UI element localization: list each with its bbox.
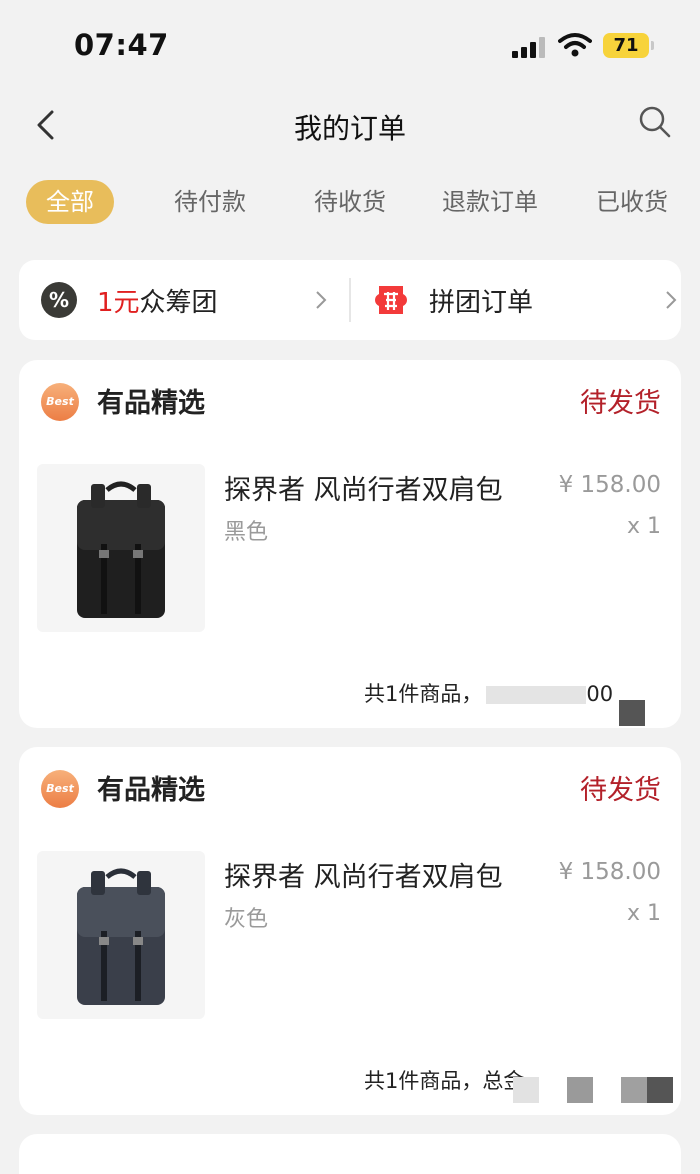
search-icon[interactable]: [638, 105, 672, 139]
product-price: ¥ 158.00: [558, 472, 661, 498]
order-card-partial[interactable]: [19, 1134, 681, 1174]
order-card[interactable]: Best 有品精选 待发货 探界者 风尚行者双肩包 灰色 ¥ 158.00 x …: [19, 747, 681, 1115]
tab-all[interactable]: 全部: [26, 180, 114, 224]
crowdfund-entry[interactable]: % 1元众筹团: [19, 260, 349, 340]
redacted-pixel: [513, 1077, 539, 1103]
tab-refund[interactable]: 退款订单: [434, 180, 546, 224]
battery-tip: [651, 41, 654, 50]
status-time: 07:47: [74, 28, 169, 62]
product-quantity: x 1: [626, 901, 661, 926]
product-name: 探界者 风尚行者双肩包: [224, 862, 503, 893]
redacted-block: [486, 686, 587, 704]
battery-indicator: 71: [603, 33, 649, 58]
page-title: 我的订单: [293, 112, 406, 145]
product-variant: 灰色: [224, 907, 269, 932]
redacted-pixel: [621, 1077, 647, 1103]
best-badge-icon: Best: [41, 770, 79, 808]
promo-card: % 1元众筹团 拼团订单: [19, 260, 681, 340]
shop-name: 有品精选: [97, 775, 205, 806]
order-status: 待发货: [580, 775, 661, 806]
group-buy-icon: [375, 286, 407, 314]
redacted-pixel: [619, 700, 645, 726]
tab-pending-payment[interactable]: 待付款: [160, 180, 260, 224]
product-name: 探界者 风尚行者双肩包: [224, 475, 503, 506]
order-summary: 共1件商品， 00: [364, 678, 613, 708]
order-summary: 共1件商品，总金: [364, 1069, 525, 1093]
product-price: ¥ 158.00: [558, 859, 661, 885]
group-buy-label: 拼团订单: [429, 288, 534, 318]
best-badge-icon: Best: [41, 383, 79, 421]
order-card[interactable]: Best 有品精选 待发货 探界者 风尚行者双肩包 黑色 ¥ 158.00 x …: [19, 360, 681, 728]
product-image[interactable]: [37, 464, 205, 632]
tab-received[interactable]: 已收货: [584, 180, 680, 224]
backpack-icon: [77, 868, 165, 1005]
crowdfund-label: 1元众筹团: [97, 282, 218, 319]
summary-text: 共1件商品，: [364, 682, 483, 706]
order-status: 待发货: [580, 388, 661, 419]
status-bar: 07:47 71: [0, 0, 700, 90]
signal-icon: [512, 36, 546, 58]
tab-pending-receipt[interactable]: 待收货: [300, 180, 400, 224]
order-tabs: 全部 待付款 待收货 退款订单 已收货: [0, 180, 700, 226]
group-buy-entry[interactable]: 拼团订单: [351, 260, 681, 340]
product-variant: 黑色: [224, 520, 269, 545]
product-image[interactable]: [37, 851, 205, 1019]
shop-name: 有品精选: [97, 388, 205, 419]
crowdfund-text: 众筹团: [139, 288, 218, 318]
summary-tail: 00: [586, 682, 614, 706]
crowdfund-icon: %: [41, 282, 77, 318]
crowdfund-highlight: 1元: [97, 288, 140, 318]
redacted-pixel: [567, 1077, 593, 1103]
redacted-pixel: [647, 1077, 673, 1103]
product-quantity: x 1: [626, 514, 661, 539]
nav-bar: 我的订单: [0, 95, 700, 155]
chevron-right-icon: [316, 291, 327, 309]
wifi-icon: [558, 33, 592, 57]
backpack-icon: [77, 481, 165, 618]
chevron-right-icon: [666, 291, 677, 309]
